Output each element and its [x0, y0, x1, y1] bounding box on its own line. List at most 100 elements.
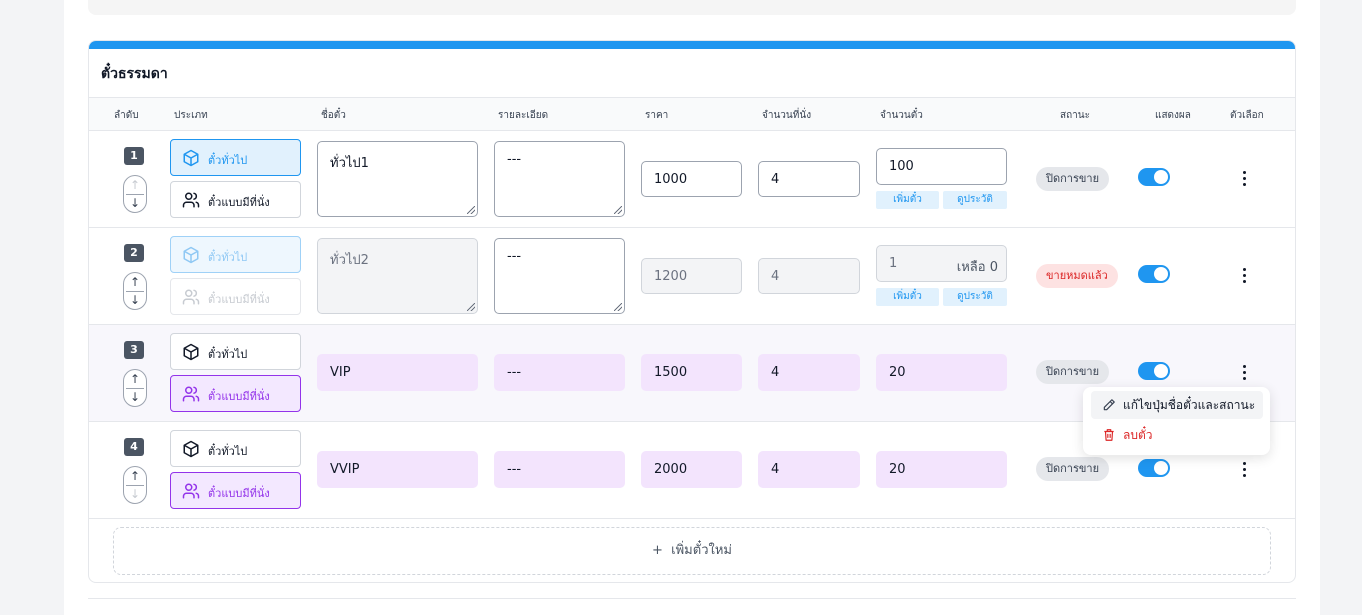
add-ticket-button[interactable]: เพิ่มตั๋ว: [876, 288, 939, 306]
add-new-ticket-label: เพิ่มตั๋วใหม่: [671, 543, 732, 558]
col-order: ลำดับ: [114, 110, 139, 121]
type-seated-button[interactable]: ตั๋วแบบมีที่นั่ง: [170, 181, 301, 218]
edit-ticket-menu-item[interactable]: แก้ไขปุ่มชื่อตั๋วและสถานะ: [1091, 391, 1263, 419]
status-badge: ขายหมดแล้ว: [1036, 264, 1118, 288]
status-badge: ปิดการขาย: [1036, 167, 1110, 191]
ticket-detail-input[interactable]: ---: [494, 451, 625, 488]
remaining-label: เหลือ 0: [956, 260, 998, 275]
users-icon: [182, 289, 200, 305]
type-general-button[interactable]: ตั๋วทั่วไป: [170, 333, 301, 370]
box-icon: [183, 343, 199, 361]
ticket-count-input: 1 เหลือ 0: [876, 245, 1007, 282]
delete-ticket-menu-item[interactable]: ลบตั๋ว: [1091, 421, 1263, 449]
view-history-button[interactable]: ดูประวัติ: [943, 191, 1007, 209]
price-input: 1200: [641, 258, 742, 294]
type-seated-button: ตั๋วแบบมีที่นั่ง: [170, 278, 301, 315]
ticket-detail-input[interactable]: ---: [494, 354, 625, 391]
section-title: ตั๋วธรรมดา: [101, 66, 168, 82]
price-input[interactable]: 1500: [641, 354, 742, 391]
move-down-icon[interactable]: ↓: [124, 196, 146, 210]
add-new-ticket-button[interactable]: + เพิ่มตั๋วใหม่: [113, 527, 1271, 575]
move-down-icon[interactable]: ↓: [124, 390, 146, 404]
ticket-name-input: ทั่วไป2: [317, 238, 478, 314]
more-options-icon[interactable]: [1235, 167, 1255, 191]
previous-card: [88, 0, 1296, 15]
table-header: ลำดับ ประเภท ชื่อตั๋ว รายละเอียด ราคา จำ…: [89, 97, 1295, 131]
col-detail: รายละเอียด: [498, 110, 549, 121]
more-options-icon[interactable]: [1235, 458, 1255, 482]
reorder-control[interactable]: ↑ ↓: [123, 272, 147, 310]
trash-icon: [1104, 429, 1114, 441]
reorder-control[interactable]: ↑ ↓: [123, 369, 147, 407]
order-badge: 4: [124, 438, 144, 456]
order-badge: 3: [124, 341, 144, 359]
move-up-icon[interactable]: ↑: [124, 372, 146, 386]
status-badge: ปิดการขาย: [1036, 360, 1110, 384]
col-options: ตัวเลือก: [1230, 110, 1264, 121]
price-input[interactable]: 2000: [641, 451, 742, 488]
col-tickets: จำนวนตั๋ว: [880, 110, 923, 121]
col-visible: แสดงผล: [1155, 110, 1191, 121]
ticket-section-card: ตั๋วธรรมดา ลำดับ ประเภท ชื่อตั๋ว รายละเอ…: [88, 40, 1296, 583]
price-input[interactable]: 1000: [641, 161, 742, 197]
type-seated-button[interactable]: ตั๋วแบบมีที่นั่ง: [170, 472, 301, 509]
resize-grip-icon: [467, 303, 475, 311]
more-options-icon[interactable]: [1235, 361, 1255, 385]
users-icon: [182, 483, 200, 499]
ticket-name-input[interactable]: VIP: [317, 354, 478, 391]
col-price: ราคา: [645, 110, 669, 121]
type-general-button: ตั๋วทั่วไป: [170, 236, 301, 273]
visibility-toggle[interactable]: [1138, 459, 1170, 477]
seats-input[interactable]: 4: [758, 354, 860, 391]
page: ตั๋วธรรมดา ลำดับ ประเภท ชื่อตั๋ว รายละเอ…: [64, 0, 1320, 615]
ticket-count-input[interactable]: 20: [876, 451, 1007, 488]
status-badge: ปิดการขาย: [1036, 457, 1110, 481]
visibility-toggle[interactable]: [1138, 168, 1170, 186]
box-icon: [183, 440, 199, 458]
ticket-name-input[interactable]: ทั่วไป1: [317, 141, 478, 217]
divider: [88, 598, 1296, 599]
col-name: ชื่อตั๋ว: [321, 110, 346, 121]
move-down-icon[interactable]: ↓: [124, 293, 146, 307]
move-up-icon[interactable]: ↑: [124, 178, 146, 192]
resize-grip-icon[interactable]: [614, 206, 622, 214]
seats-input: 4: [758, 258, 860, 294]
view-history-button[interactable]: ดูประวัติ: [943, 288, 1007, 306]
table-row: 2 ↑ ↓ ตั๋วทั่วไป ตั๋วแบบมีที่นั่ง ทั่วไป…: [89, 228, 1295, 325]
reorder-control[interactable]: ↑ ↓: [123, 175, 147, 213]
move-up-icon[interactable]: ↑: [124, 275, 146, 289]
ticket-detail-input[interactable]: ---: [494, 238, 625, 314]
seats-input[interactable]: 4: [758, 161, 860, 197]
resize-grip-icon[interactable]: [614, 303, 622, 311]
ticket-detail-input[interactable]: ---: [494, 141, 625, 217]
ticket-name-input[interactable]: VVIP: [317, 451, 478, 488]
more-options-icon[interactable]: [1235, 264, 1255, 288]
col-status: สถานะ: [1060, 110, 1090, 121]
box-icon: [183, 149, 199, 167]
add-ticket-button[interactable]: เพิ่มตั๋ว: [876, 191, 939, 209]
col-seats: จำนวนที่นั่ง: [762, 110, 812, 121]
type-seated-button[interactable]: ตั๋วแบบมีที่นั่ง: [170, 375, 301, 412]
type-general-button[interactable]: ตั๋วทั่วไป: [170, 139, 301, 176]
col-type: ประเภท: [174, 110, 208, 121]
order-badge: 2: [124, 244, 144, 262]
reorder-control[interactable]: ↑ ↓: [123, 466, 147, 504]
type-general-button[interactable]: ตั๋วทั่วไป: [170, 430, 301, 467]
resize-grip-icon[interactable]: [467, 206, 475, 214]
box-icon: [183, 246, 199, 264]
users-icon: [182, 386, 200, 402]
card-accent-bar: [89, 41, 1295, 49]
ticket-count-input[interactable]: 100: [876, 148, 1007, 185]
ticket-count-input[interactable]: 20: [876, 354, 1007, 391]
order-badge: 1: [124, 147, 144, 165]
users-icon: [182, 192, 200, 208]
plus-icon: +: [652, 543, 663, 558]
move-up-icon[interactable]: ↑: [124, 469, 146, 483]
table-row: 1 ↑ ↓ ตั๋วทั่วไป ตั๋วแบบมีที่นั่ง ทั่วไป…: [89, 131, 1295, 228]
move-down-icon[interactable]: ↓: [124, 487, 146, 501]
visibility-toggle[interactable]: [1138, 362, 1170, 380]
seats-input[interactable]: 4: [758, 451, 860, 488]
row-options-menu: แก้ไขปุ่มชื่อตั๋วและสถานะ ลบตั๋ว: [1083, 387, 1270, 455]
pencil-icon: [1103, 399, 1115, 411]
visibility-toggle[interactable]: [1138, 265, 1170, 283]
